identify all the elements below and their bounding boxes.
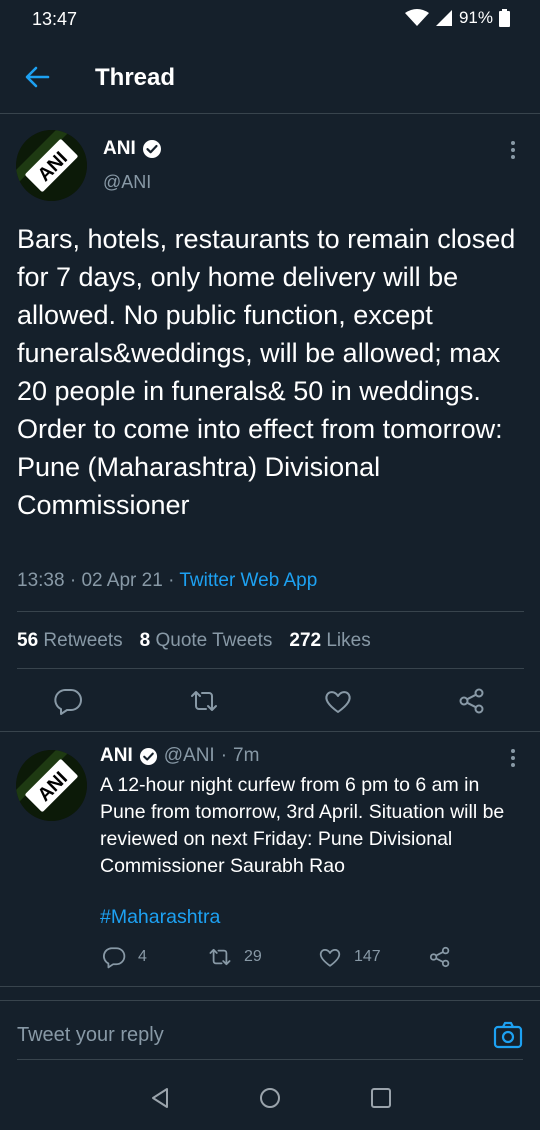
reply-retweet-action[interactable]: 29	[208, 945, 262, 969]
divider	[0, 986, 540, 987]
wifi-icon	[404, 9, 429, 26]
reply-share-action[interactable]	[428, 945, 452, 969]
divider	[0, 731, 540, 732]
page-title: Thread	[95, 64, 176, 91]
reply-actions: 4 29 147	[0, 945, 540, 973]
reply-avatar[interactable]: ANI	[16, 750, 87, 821]
share-icon[interactable]	[457, 686, 487, 716]
battery-icon	[499, 9, 510, 27]
verified-badge-icon	[142, 140, 161, 158]
reply-count: 4	[138, 948, 147, 965]
nav-recents-icon[interactable]	[369, 1086, 393, 1110]
reply-icon[interactable]	[53, 686, 83, 716]
tweet-meta: 13:38 · 02 Apr 21 · Twitter Web App	[17, 570, 318, 591]
avatar[interactable]: ANI	[16, 130, 87, 201]
nav-back-icon[interactable]	[148, 1086, 172, 1110]
divider	[17, 611, 524, 612]
more-options-icon[interactable]	[510, 140, 516, 160]
status-right: 91%	[404, 8, 510, 28]
share-icon[interactable]	[428, 945, 452, 969]
hashtag-link[interactable]: #Maharashtra	[100, 906, 220, 929]
thread-header: Thread	[0, 40, 540, 114]
author-name[interactable]: ANI	[103, 138, 136, 160]
like-icon[interactable]	[318, 945, 342, 969]
retweets-stat[interactable]: 56 Retweets	[17, 630, 123, 652]
tweet-actions	[0, 686, 540, 718]
reply-like-action[interactable]: 147	[318, 945, 381, 969]
status-time: 13:47	[32, 9, 78, 29]
divider	[17, 668, 524, 669]
likes-stat[interactable]: 272 Likes	[289, 630, 370, 652]
tweet-source[interactable]: Twitter Web App	[179, 570, 317, 591]
like-count: 147	[354, 948, 381, 965]
retweet-count: 29	[244, 948, 262, 965]
retweet-icon[interactable]	[208, 945, 232, 969]
status-bar: 13:47 91%	[0, 0, 540, 40]
author-handle[interactable]: @ANI	[103, 172, 151, 193]
reply-text: A 12-hour night curfew from 6 pm to 6 am…	[100, 774, 505, 877]
reply-header: ANI @ANI · 7m	[100, 745, 260, 767]
like-icon[interactable]	[323, 686, 353, 716]
reply-author-name[interactable]: ANI	[100, 745, 133, 767]
author-name-row: ANI	[103, 138, 162, 160]
tweet-time: 13:38	[17, 570, 65, 591]
reply-input[interactable]: Tweet your reply	[17, 1024, 164, 1047]
composer-underline	[17, 1059, 523, 1060]
reply-elapsed: 7m	[233, 745, 260, 766]
verified-badge-icon	[139, 747, 157, 765]
nav-home-icon[interactable]	[258, 1086, 282, 1110]
more-options-icon[interactable]	[510, 748, 516, 768]
reply-icon[interactable]	[102, 945, 126, 969]
camera-icon[interactable]	[493, 1021, 523, 1049]
tweet-text: Bars, hotels, restaurants to remain clos…	[17, 224, 516, 520]
tweet-date: 02 Apr 21	[81, 570, 163, 591]
retweet-icon[interactable]	[189, 686, 219, 716]
system-nav-bar	[0, 1066, 540, 1130]
back-arrow-icon[interactable]	[22, 62, 52, 92]
reply-composer[interactable]: Tweet your reply	[0, 1000, 540, 1062]
reply-author-handle[interactable]: @ANI	[164, 745, 215, 767]
reply-reply-action[interactable]: 4	[102, 945, 147, 969]
signal-icon	[435, 10, 452, 26]
quote-tweets-stat[interactable]: 8 Quote Tweets	[140, 630, 273, 652]
tweet-stats: 56 Retweets 8 Quote Tweets 272 Likes	[17, 630, 371, 652]
battery-percent: 91%	[458, 8, 493, 27]
